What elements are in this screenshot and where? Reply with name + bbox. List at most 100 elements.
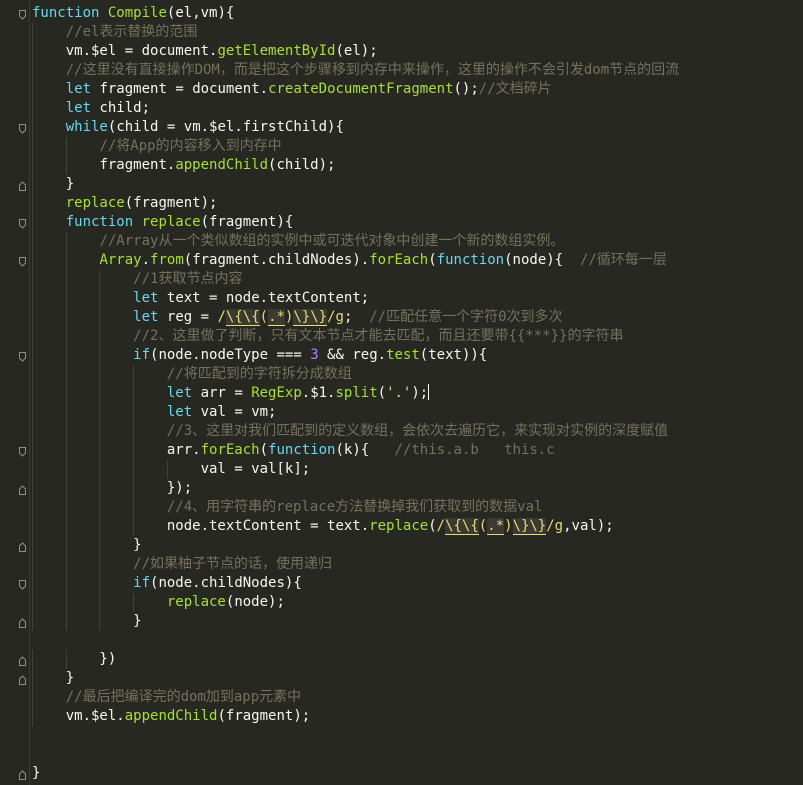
fold-up-icon[interactable] [19, 656, 26, 666]
code-line[interactable]: //最后把编译完的dom加到app元素中 [32, 688, 803, 707]
code-line[interactable]: replace(fragment); [32, 194, 803, 213]
code-line[interactable]: }) [32, 650, 803, 669]
indent-guide [133, 460, 135, 479]
code-line[interactable]: if(node.childNodes){ [32, 574, 803, 593]
indent-guide [99, 384, 101, 403]
indent-guide [32, 650, 33, 669]
code-line[interactable]: //el表示替换的范围 [32, 23, 803, 42]
code-area[interactable]: function Compile(el,vm){ //el表示替换的范围 vm.… [32, 4, 803, 783]
indent-guide [99, 327, 101, 346]
code-line[interactable]: if(node.nodeType === 3 && reg.test(text)… [32, 346, 803, 365]
fold-up-icon[interactable] [19, 181, 26, 191]
indent-guide [65, 327, 67, 346]
indent-guide [65, 289, 67, 308]
code-line[interactable]: //Array从一个类似数组的实例中或可迭代对象中创建一个新的数组实例。 [32, 232, 803, 251]
indent-guide [133, 479, 135, 498]
code-line[interactable]: node.textContent = text.replace(/\{\{(.*… [32, 517, 803, 536]
code-line[interactable]: let child; [32, 99, 803, 118]
code-line[interactable]: //将App的内容移入到内存中 [32, 137, 803, 156]
code-line[interactable]: let val = vm; [32, 403, 803, 422]
indent-guide [133, 403, 135, 422]
indent-guide [65, 536, 67, 555]
code-line[interactable]: vm.$el = document.getElementById(el); [32, 42, 803, 61]
code-line[interactable]: //2、这里做了判断，只有文本节点才能去匹配，而且还要带{{***}}的字符串 [32, 327, 803, 346]
indent-guide [32, 232, 33, 251]
indent-guide [99, 346, 101, 365]
indent-guide [99, 517, 101, 536]
code-line[interactable]: //3、这里对我们匹配到的定义数组，会依次去遍历它，来实现对实例的深度赋值 [32, 422, 803, 441]
fold-up-icon[interactable] [19, 675, 26, 685]
indent-guide [65, 612, 67, 631]
indent-guide [99, 498, 101, 517]
code-line[interactable]: //将匹配到的字符拆分成数组 [32, 365, 803, 384]
code-line[interactable]: val = val[k]; [32, 460, 803, 479]
code-line[interactable]: let arr = RegExp.$1.split('.'); [32, 384, 803, 403]
code-line[interactable]: //1获取节点内容 [32, 270, 803, 289]
indent-guide [32, 42, 33, 61]
indent-guide [32, 137, 33, 156]
indent-guide [32, 403, 33, 422]
code-line[interactable]: let fragment = document.createDocumentFr… [32, 80, 803, 99]
indent-guide [32, 479, 33, 498]
code-line[interactable] [32, 726, 803, 745]
indent-guide [99, 612, 101, 631]
indent-guide [133, 384, 135, 403]
indent-guide [99, 555, 101, 574]
fold-down-icon[interactable] [19, 10, 26, 20]
fold-down-icon[interactable] [19, 124, 26, 134]
indent-guide [32, 536, 33, 555]
indent-guide [32, 384, 33, 403]
code-line[interactable]: //4、用字符串的replace方法替换掉我们获取到的数据val [32, 498, 803, 517]
fold-up-icon[interactable] [19, 770, 26, 780]
indent-guide [133, 441, 135, 460]
indent-guide [32, 688, 33, 707]
fold-down-icon[interactable] [19, 447, 26, 457]
indent-guide [133, 593, 135, 612]
indent-guide [99, 270, 101, 289]
indent-guide [99, 403, 101, 422]
code-line[interactable]: }); [32, 479, 803, 498]
indent-guide [99, 365, 101, 384]
fold-up-icon[interactable] [19, 485, 26, 495]
indent-guide [65, 498, 67, 517]
code-line[interactable]: } [32, 175, 803, 194]
fold-down-icon[interactable] [19, 219, 26, 229]
indent-guide [65, 365, 67, 384]
indent-guide [99, 422, 101, 441]
indent-guide [166, 460, 168, 479]
code-line[interactable]: replace(node); [32, 593, 803, 612]
code-line[interactable]: } [32, 612, 803, 631]
code-line[interactable]: while(child = vm.$el.firstChild){ [32, 118, 803, 137]
code-line[interactable] [32, 631, 803, 650]
indent-guide [32, 498, 33, 517]
code-editor[interactable]: function Compile(el,vm){ //el表示替换的范围 vm.… [0, 0, 803, 785]
code-line[interactable]: } [32, 764, 803, 783]
code-line[interactable]: function replace(fragment){ [32, 213, 803, 232]
code-line[interactable]: //这里没有直接操作DOM，而是把这个步骤移到内存中来操作，这里的操作不会引发d… [32, 61, 803, 80]
indent-guide [32, 593, 33, 612]
code-line[interactable]: } [32, 536, 803, 555]
code-line[interactable]: function Compile(el,vm){ [32, 4, 803, 23]
indent-guide [32, 213, 33, 232]
fold-up-icon[interactable] [19, 542, 26, 552]
fold-down-icon[interactable] [19, 352, 26, 362]
indent-guide [32, 612, 33, 631]
indent-guide [65, 137, 67, 156]
fold-down-icon[interactable] [19, 580, 26, 590]
code-line[interactable]: vm.$el.appendChild(fragment); [32, 707, 803, 726]
code-line[interactable]: let reg = /\{\{(.*)\}\}/g; //匹配任意一个字符0次到… [32, 308, 803, 327]
code-line[interactable]: let text = node.textContent; [32, 289, 803, 308]
code-line[interactable]: //如果柚子节点的话，使用递归 [32, 555, 803, 574]
indent-guide [65, 574, 67, 593]
code-line[interactable] [32, 745, 803, 764]
indent-guide [32, 270, 33, 289]
fold-down-icon[interactable] [19, 257, 26, 267]
code-line[interactable]: arr.forEach(function(k){ //this.a.b this… [32, 441, 803, 460]
indent-guide [65, 251, 67, 270]
indent-guide [65, 517, 67, 536]
fold-up-icon[interactable] [19, 618, 26, 628]
code-line[interactable]: Array.from(fragment.childNodes).forEach(… [32, 251, 803, 270]
code-line[interactable]: fragment.appendChild(child); [32, 156, 803, 175]
code-line[interactable]: } [32, 669, 803, 688]
indent-guide [32, 194, 33, 213]
